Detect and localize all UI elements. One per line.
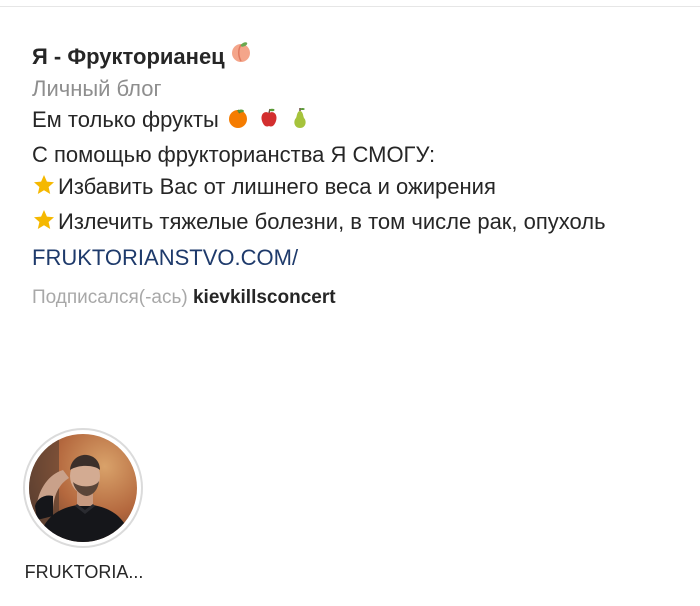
star-icon: [32, 173, 56, 206]
apple-emoji-icon: [257, 106, 281, 139]
highlight-avatar: [29, 434, 137, 542]
story-highlight[interactable]: FRUKTORIA...: [14, 428, 154, 584]
bio-line-fruits: Ем только фрукты: [32, 104, 672, 139]
highlight-ring[interactable]: [23, 428, 143, 548]
peach-emoji-icon: [229, 40, 253, 74]
bio-line-disease: Излечить тяжелые болезни, в том числе ра…: [32, 206, 672, 241]
profile-website-link[interactable]: FRUKTORIANSTVO.COM/: [32, 241, 298, 275]
bio-line-fruits-text: Ем только фрукты: [32, 107, 219, 132]
profile-name-row: Я - Фрукторианец: [32, 40, 672, 74]
star-icon: [32, 208, 56, 241]
bio-line-disease-text: Излечить тяжелые болезни, в том числе ра…: [58, 209, 606, 234]
profile-bio: Я - Фрукторианец Личный блог Ем только ф…: [32, 40, 672, 313]
followed-by-user-link[interactable]: kievkillsconcert: [193, 287, 336, 308]
profile-name: Я - Фрукторианец: [32, 44, 225, 69]
profile-category: Личный блог: [32, 76, 162, 101]
highlight-label: FRUKTORIA...: [24, 562, 144, 582]
pear-emoji-icon: [288, 106, 312, 139]
orange-emoji-icon: [226, 106, 250, 139]
followed-by-label: Подписался(-ась): [32, 287, 188, 308]
bio-line-weight: Избавить Вас от лишнего веса и ожирения: [32, 171, 672, 206]
top-divider: [0, 6, 700, 7]
bio-line-weight-text: Избавить Вас от лишнего веса и ожирения: [58, 174, 496, 199]
bio-line-promise: С помощью фрукторианства Я СМОГУ:: [32, 142, 436, 167]
followed-by: Подписался(-ась) kievkillsconcert: [32, 283, 672, 313]
